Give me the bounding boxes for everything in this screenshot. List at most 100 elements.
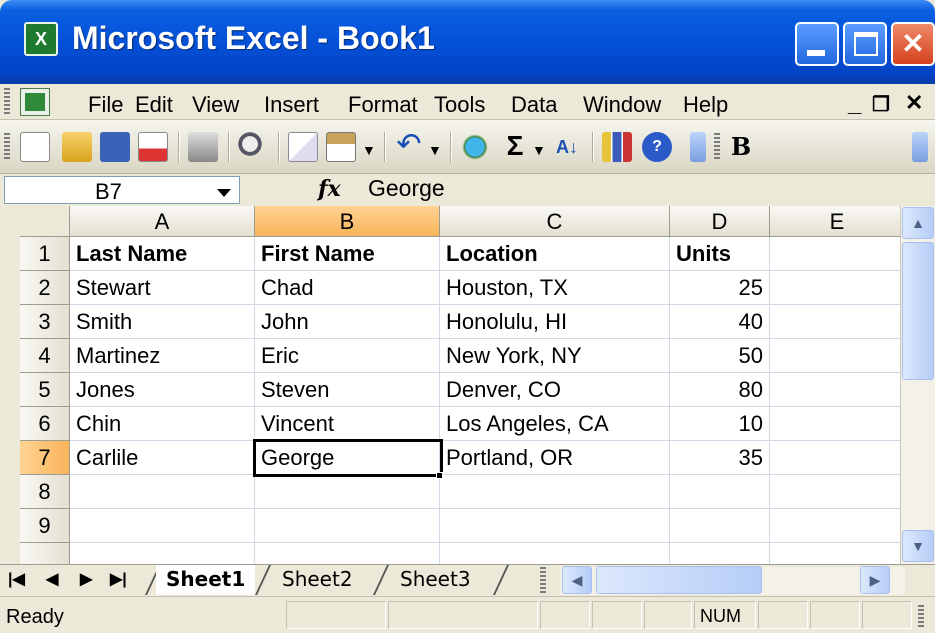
cell-c1[interactable]: Location <box>440 237 670 271</box>
row-header-10[interactable] <box>20 543 70 564</box>
horizontal-scroll-thumb[interactable] <box>596 566 762 594</box>
cell-a6[interactable]: Chin <box>70 407 255 441</box>
next-sheet-icon[interactable]: ▶ <box>80 569 92 589</box>
cell-e5[interactable] <box>770 373 900 407</box>
cell-a2[interactable]: Stewart <box>70 271 255 305</box>
horizontal-scrollbar[interactable]: ◀ ▶ <box>560 566 905 595</box>
cell-a8[interactable] <box>70 475 255 509</box>
cell-c2[interactable]: Houston, TX <box>440 271 670 305</box>
cell-d2[interactable]: 25 <box>670 271 770 305</box>
cell-c8[interactable] <box>440 475 670 509</box>
undo-dropdown-icon[interactable]: ▼ <box>428 142 442 158</box>
menu-help[interactable]: Help <box>683 92 728 118</box>
autosum-icon[interactable]: Σ <box>500 132 530 162</box>
cell-d4[interactable]: 50 <box>670 339 770 373</box>
row-header-1[interactable]: 1 <box>20 237 70 271</box>
cell-a4[interactable]: Martinez <box>70 339 255 373</box>
cell-b2[interactable]: Chad <box>255 271 440 305</box>
cell-c7[interactable]: Portland, OR <box>440 441 670 475</box>
row-header-7[interactable]: 7 <box>20 441 70 475</box>
paste-icon[interactable] <box>326 132 356 162</box>
menu-insert[interactable]: Insert <box>264 92 319 118</box>
cell-d6[interactable]: 10 <box>670 407 770 441</box>
doc-restore-icon[interactable]: ❐ <box>872 92 890 117</box>
cell-e10[interactable] <box>770 543 900 564</box>
cell-e1[interactable] <box>770 237 900 271</box>
cell-c10[interactable] <box>440 543 670 564</box>
cell-a1[interactable]: Last Name <box>70 237 255 271</box>
formatting-options-icon[interactable] <box>912 132 928 162</box>
scroll-right-icon[interactable]: ▶ <box>860 566 890 594</box>
cell-a9[interactable] <box>70 509 255 543</box>
row-header-4[interactable]: 4 <box>20 339 70 373</box>
research-icon[interactable] <box>238 132 268 162</box>
autosum-dropdown-icon[interactable]: ▼ <box>532 142 546 158</box>
previous-sheet-icon[interactable]: ◀ <box>46 569 58 589</box>
column-header-e[interactable]: E <box>770 206 900 237</box>
menu-edit[interactable]: Edit <box>135 92 173 118</box>
cell-d3[interactable]: 40 <box>670 305 770 339</box>
cell-c6[interactable]: Los Angeles, CA <box>440 407 670 441</box>
cell-b3[interactable]: John <box>255 305 440 339</box>
open-icon[interactable] <box>62 132 92 162</box>
cell-b5[interactable]: Steven <box>255 373 440 407</box>
cell-b6[interactable]: Vincent <box>255 407 440 441</box>
cell-d10[interactable] <box>670 543 770 564</box>
menu-data[interactable]: Data <box>511 92 557 118</box>
doc-close-icon[interactable]: ✕ <box>905 90 923 116</box>
column-header-b[interactable]: B <box>255 206 440 237</box>
cell-e9[interactable] <box>770 509 900 543</box>
cell-a10[interactable] <box>70 543 255 564</box>
cell-e8[interactable] <box>770 475 900 509</box>
cell-a7[interactable]: Carlile <box>70 441 255 475</box>
menu-view[interactable]: View <box>192 92 239 118</box>
row-header-5[interactable]: 5 <box>20 373 70 407</box>
column-header-d[interactable]: D <box>670 206 770 237</box>
sort-ascending-icon[interactable]: A↓ <box>552 132 582 162</box>
resize-grip-icon[interactable] <box>918 605 924 627</box>
cell-e7[interactable] <box>770 441 900 475</box>
column-header-a[interactable]: A <box>70 206 255 237</box>
close-button[interactable]: ✕ <box>891 22 935 66</box>
column-header-c[interactable]: C <box>440 206 670 237</box>
toolbar-options-icon[interactable] <box>690 132 706 162</box>
cell-c4[interactable]: New York, NY <box>440 339 670 373</box>
row-header-6[interactable]: 6 <box>20 407 70 441</box>
toolbar-grip-icon[interactable] <box>4 133 10 161</box>
cell-d8[interactable] <box>670 475 770 509</box>
paste-dropdown-icon[interactable]: ▼ <box>362 142 376 158</box>
select-all-button[interactable] <box>20 206 70 237</box>
cell-e3[interactable] <box>770 305 900 339</box>
name-box[interactable]: B7 <box>4 176 240 204</box>
cell-b9[interactable] <box>255 509 440 543</box>
menubar-grip-icon[interactable] <box>4 88 10 116</box>
row-header-2[interactable]: 2 <box>20 271 70 305</box>
cell-b1[interactable]: First Name <box>255 237 440 271</box>
undo-icon[interactable]: ↶ <box>394 130 424 162</box>
help-icon[interactable]: ? <box>642 132 672 162</box>
insert-function-icon[interactable]: fx <box>318 176 341 202</box>
doc-minimize-icon[interactable]: _ <box>848 90 861 118</box>
row-header-8[interactable]: 8 <box>20 475 70 509</box>
hyperlink-icon[interactable] <box>460 132 490 162</box>
cell-b4[interactable]: Eric <box>255 339 440 373</box>
row-header-3[interactable]: 3 <box>20 305 70 339</box>
chevron-down-icon[interactable] <box>217 189 231 197</box>
tab-split-handle[interactable] <box>540 567 546 595</box>
new-icon[interactable] <box>20 132 50 162</box>
fill-handle[interactable] <box>436 472 443 479</box>
menu-tools[interactable]: Tools <box>434 92 485 118</box>
vertical-scroll-thumb[interactable] <box>902 242 934 380</box>
cell-b10[interactable] <box>255 543 440 564</box>
menu-format[interactable]: Format <box>348 92 418 118</box>
menu-window[interactable]: Window <box>583 92 661 118</box>
workbook-control-icon[interactable] <box>20 88 50 116</box>
scroll-left-icon[interactable]: ◀ <box>562 566 592 594</box>
cell-d9[interactable] <box>670 509 770 543</box>
maximize-button[interactable]: □ <box>843 22 887 66</box>
menu-file[interactable]: File <box>88 92 123 118</box>
cell-e4[interactable] <box>770 339 900 373</box>
cell-a5[interactable]: Jones <box>70 373 255 407</box>
copy-icon[interactable] <box>288 132 318 162</box>
cell-c9[interactable] <box>440 509 670 543</box>
